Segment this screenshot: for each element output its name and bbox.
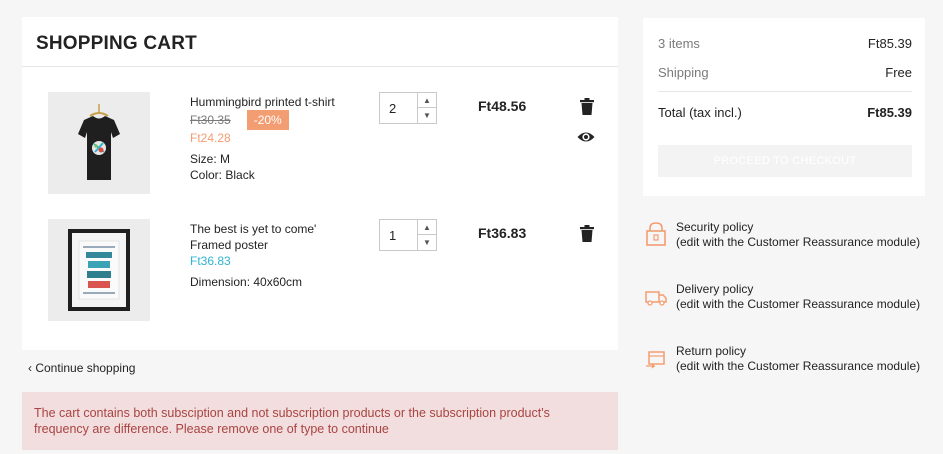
summary-total-value: Ft85.39	[867, 105, 912, 120]
continue-shopping-link[interactable]: ‹ Continue shopping	[28, 361, 135, 375]
reassurance-delivery: Delivery policy (edit with the Customer …	[643, 282, 923, 312]
tshirt-image	[48, 92, 150, 194]
summary-shipping-label: Shipping	[658, 65, 709, 80]
proceed-to-checkout-button[interactable]: PROCEED TO CHECKOUT	[658, 145, 912, 177]
trash-icon[interactable]	[580, 225, 594, 242]
reassurance-desc: (edit with the Customer Reassurance modu…	[676, 359, 921, 373]
chevron-down-icon[interactable]: ▼	[418, 108, 436, 123]
summary-total-label: Total (tax incl.)	[658, 105, 742, 120]
reassurance-title: Return policy	[676, 344, 747, 358]
reassurance-title: Security policy	[676, 220, 754, 234]
cart-item: The best is yet to come' Framed poster F…	[22, 219, 618, 339]
quantity-buttons: ▲ ▼	[417, 220, 436, 250]
price-line: Ft30.35 -20%	[190, 110, 380, 130]
discount-badge: -20%	[246, 110, 289, 130]
attribute-size: Size: M	[190, 152, 231, 166]
quantity-input[interactable]	[380, 93, 418, 123]
eye-icon[interactable]	[577, 130, 595, 144]
chevron-left-icon: ‹	[28, 361, 32, 375]
product-info: Hummingbird printed t-shirt Ft30.35 -20%…	[190, 94, 380, 183]
quantity-stepper: ▲ ▼	[379, 219, 437, 251]
product-info: The best is yet to come' Framed poster F…	[190, 221, 380, 290]
summary-shipping-value: Free	[885, 65, 912, 80]
product-thumbnail-poster[interactable]	[48, 219, 150, 321]
attribute-color: Color: Black	[190, 168, 255, 182]
summary-total-row: Total (tax incl.) Ft85.39	[658, 105, 912, 120]
reassurance-return: Return policy (edit with the Customer Re…	[643, 344, 923, 374]
product-name-line2[interactable]: Framed poster	[190, 237, 380, 253]
product-name[interactable]: The best is yet to come'	[190, 221, 380, 237]
trash-icon[interactable]	[580, 98, 594, 115]
chevron-down-icon[interactable]: ▼	[418, 235, 436, 250]
continue-shopping-label: Continue shopping	[35, 361, 136, 375]
reassurance-security: Security policy (edit with the Customer …	[643, 220, 923, 250]
cart-title: SHOPPING CART	[36, 33, 197, 54]
chevron-up-icon[interactable]: ▲	[418, 220, 436, 235]
regular-price: Ft30.35	[190, 113, 231, 127]
quantity-input[interactable]	[380, 220, 418, 250]
quantity-stepper: ▲ ▼	[379, 92, 437, 124]
summary-items-value: Ft85.39	[867, 36, 912, 51]
line-total: Ft48.56	[478, 98, 527, 114]
cart-divider	[22, 66, 618, 67]
attribute-dimension: Dimension: 40x60cm	[190, 275, 303, 289]
subscription-alert: The cart contains both subsciption and n…	[22, 392, 618, 450]
reassurance-desc: (edit with the Customer Reassurance modu…	[676, 297, 921, 311]
summary-items-label: 3 items	[658, 36, 700, 51]
poster-image	[48, 219, 150, 321]
product-price: Ft24.28	[190, 131, 231, 145]
return-box-icon	[646, 351, 665, 369]
product-thumbnail-tshirt[interactable]	[48, 92, 150, 194]
product-price: Ft36.83	[190, 254, 231, 268]
summary-items-row: 3 items Ft85.39	[658, 36, 912, 51]
summary-shipping-row: Shipping Free	[658, 65, 912, 80]
cart-summary: 3 items Ft85.39 Shipping Free Total (tax…	[643, 18, 925, 196]
truck-icon	[645, 291, 667, 306]
reassurance-title: Delivery policy	[676, 282, 754, 296]
chevron-up-icon[interactable]: ▲	[418, 93, 436, 108]
line-total: Ft36.83	[478, 225, 527, 241]
cart-item: Hummingbird printed t-shirt Ft30.35 -20%…	[22, 92, 618, 212]
cart-panel: SHOPPING CART Hummingbird printed t-shir…	[22, 17, 618, 350]
reassurance-desc: (edit with the Customer Reassurance modu…	[676, 235, 921, 249]
product-name[interactable]: Hummingbird printed t-shirt	[190, 94, 380, 110]
quantity-buttons: ▲ ▼	[417, 93, 436, 123]
summary-divider	[658, 91, 912, 92]
shield-lock-icon	[646, 222, 666, 246]
